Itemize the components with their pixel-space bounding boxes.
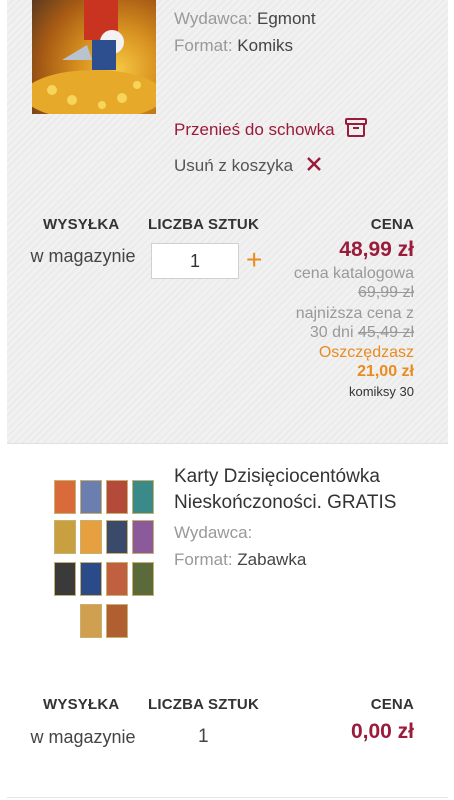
shipping-status: w magazynie: [30, 727, 136, 747]
divider: [7, 797, 448, 798]
catalog-price: 69,99 zł: [357, 284, 414, 301]
move-to-wishlist-link[interactable]: Przenieś do schowka: [174, 118, 368, 140]
price-header: CENA: [370, 696, 414, 713]
publisher-row-2: Wydawca:: [174, 523, 252, 543]
shipping-header: WYSYŁKA: [43, 696, 120, 713]
format-row: Format: Komiks: [174, 36, 293, 56]
product-image-cards[interactable]: [52, 472, 156, 642]
move-to-wishlist-label: Przenieś do schowka: [174, 120, 335, 139]
format-value: Zabawka: [237, 550, 307, 569]
price-current: 48,99 zł: [339, 238, 414, 261]
publisher-row: Wydawca: Egmont: [174, 9, 316, 29]
shipping-status: w magazynie: [30, 246, 136, 266]
remove-from-cart-link[interactable]: Usuń z koszyka: [174, 156, 322, 176]
publisher-label: Wydawca:: [174, 9, 253, 28]
lowest-price-row: 30 dni 45,49 zł: [294, 324, 414, 342]
catalog-price-label: cena katalogowa: [293, 265, 414, 282]
product-title[interactable]: Karty Dzisięciocentówka Nieskończoności.…: [174, 464, 434, 516]
divider: [7, 443, 448, 444]
savings-label: Oszczędzasz: [318, 344, 414, 361]
product-title-line1: Karty Dzisięciocentówka: [174, 466, 380, 487]
lowest-price-period: 30 dni: [309, 324, 354, 341]
quantity-input[interactable]: 1: [151, 243, 239, 279]
shipping-header: WYSYŁKA: [43, 216, 120, 233]
lowest-price: 45,49 zł: [357, 324, 414, 341]
remove-from-cart-label: Usuń z koszyka: [174, 156, 294, 175]
price-header: CENA: [370, 216, 414, 233]
archive-box-icon: [345, 118, 368, 137]
format-label: Format:: [174, 550, 233, 569]
quantity-value: 1: [198, 726, 209, 747]
quantity-increase-button[interactable]: +: [246, 244, 262, 276]
publisher-value: Egmont: [257, 9, 316, 28]
publisher-label: Wydawca:: [174, 523, 253, 542]
promo-code: komiksy 30: [348, 384, 414, 399]
format-row-2: Format: Zabawka: [174, 550, 306, 570]
savings-value: 21,00 zł: [357, 363, 414, 380]
product-image-comic[interactable]: [32, 0, 156, 114]
quantity-header: LICZBA SZTUK: [148, 696, 259, 713]
product-title-line2: Nieskończoności. GRATIS: [174, 492, 397, 513]
close-x-icon: [306, 157, 321, 171]
lowest-price-label: najniższa cena z: [295, 305, 414, 322]
price-block: 48,99 zł cena katalogowa 69,99 zł najniż…: [294, 238, 414, 399]
quantity-header: LICZBA SZTUK: [148, 216, 259, 233]
price-current: 0,00 zł: [350, 720, 414, 743]
format-label: Format:: [174, 36, 233, 55]
format-value: Komiks: [237, 36, 294, 55]
